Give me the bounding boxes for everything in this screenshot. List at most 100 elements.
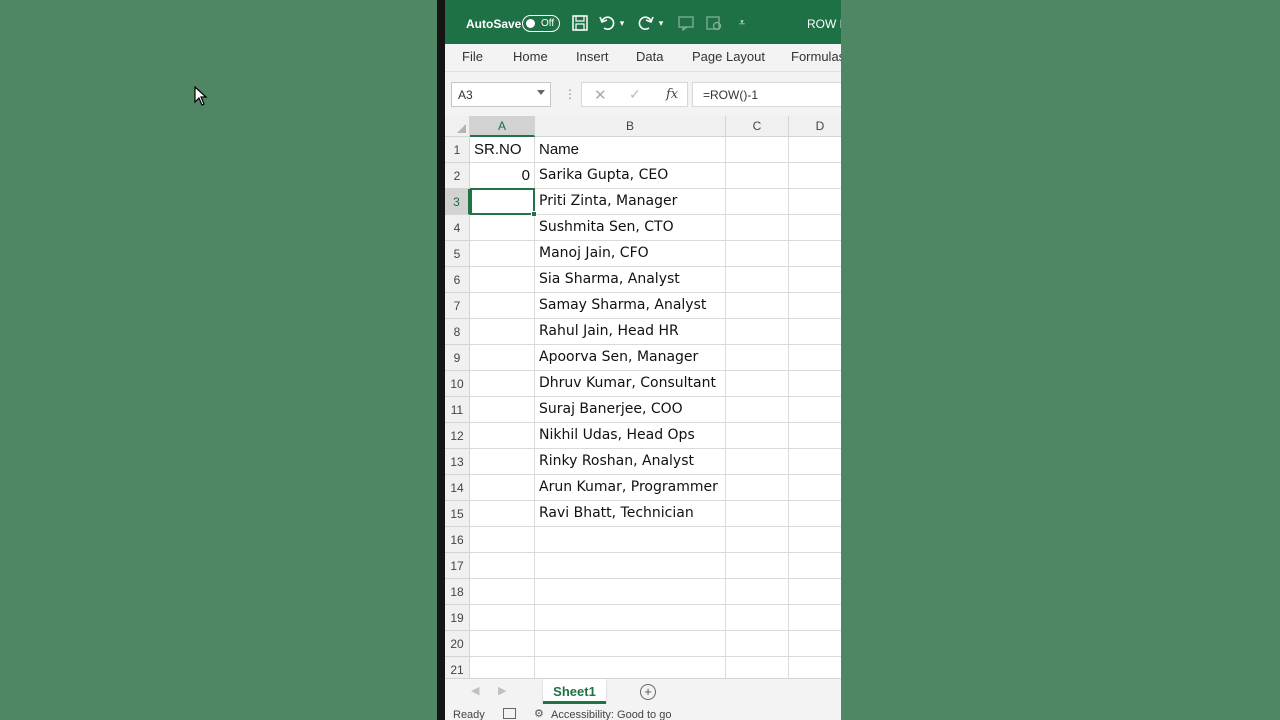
cell-b8[interactable]: Rahul Jain, Head HR — [535, 319, 726, 345]
cell-d16[interactable] — [789, 527, 841, 553]
row-header[interactable]: 9 — [445, 345, 470, 371]
enter-icon[interactable]: ✓ — [629, 86, 641, 103]
column-header-d[interactable]: D — [789, 116, 841, 137]
cell-c3[interactable] — [726, 189, 789, 215]
cell-b1[interactable]: Name — [535, 137, 726, 163]
cell-a14[interactable] — [470, 475, 535, 501]
accessibility-status[interactable]: Accessibility: Good to go — [551, 709, 671, 720]
cell-b15[interactable]: Ravi Bhatt, Technician — [535, 501, 726, 527]
row-header[interactable]: 18 — [445, 579, 470, 605]
row-header[interactable]: 17 — [445, 553, 470, 579]
row-header[interactable]: 13 — [445, 449, 470, 475]
cell-d6[interactable] — [789, 267, 841, 293]
cell-d5[interactable] — [789, 241, 841, 267]
cell-b19[interactable] — [535, 605, 726, 631]
row-header[interactable]: 6 — [445, 267, 470, 293]
cell-c13[interactable] — [726, 449, 789, 475]
macro-recording-icon[interactable] — [503, 708, 516, 719]
cell-c18[interactable] — [726, 579, 789, 605]
cell-a11[interactable] — [470, 397, 535, 423]
cell-a16[interactable] — [470, 527, 535, 553]
cell-b2[interactable]: Sarika Gupta, CEO — [535, 163, 726, 189]
cell-a6[interactable] — [470, 267, 535, 293]
cell-d10[interactable] — [789, 371, 841, 397]
cell-d4[interactable] — [789, 215, 841, 241]
tab-data[interactable]: Data — [636, 49, 663, 64]
cell-b3[interactable]: Priti Zinta, Manager — [535, 189, 726, 215]
cell-b4[interactable]: Sushmita Sen, CTO — [535, 215, 726, 241]
row-header[interactable]: 20 — [445, 631, 470, 657]
cell-c17[interactable] — [726, 553, 789, 579]
cell-d12[interactable] — [789, 423, 841, 449]
cell-c1[interactable] — [726, 137, 789, 163]
sheet-next-icon[interactable]: ▶ — [498, 684, 506, 697]
add-sheet-icon[interactable]: + — [640, 684, 656, 700]
cell-a17[interactable] — [470, 553, 535, 579]
row-header[interactable]: 21 — [445, 657, 470, 678]
cancel-icon[interactable]: ✕ — [594, 86, 607, 104]
cell-d8[interactable] — [789, 319, 841, 345]
cell-c6[interactable] — [726, 267, 789, 293]
row-header[interactable]: 5 — [445, 241, 470, 267]
row-header[interactable]: 16 — [445, 527, 470, 553]
row-header[interactable]: 3 — [445, 189, 470, 215]
cell-c20[interactable] — [726, 631, 789, 657]
cell-d7[interactable] — [789, 293, 841, 319]
cell-d1[interactable] — [789, 137, 841, 163]
cell-b21[interactable] — [535, 657, 726, 678]
cell-b11[interactable]: Suraj Banerjee, COO — [535, 397, 726, 423]
cell-d11[interactable] — [789, 397, 841, 423]
cell-b17[interactable] — [535, 553, 726, 579]
tab-insert[interactable]: Insert — [576, 49, 609, 64]
row-header[interactable]: 11 — [445, 397, 470, 423]
cell-a20[interactable] — [470, 631, 535, 657]
cell-d21[interactable] — [789, 657, 841, 678]
cell-a19[interactable] — [470, 605, 535, 631]
cell-c21[interactable] — [726, 657, 789, 678]
redo-dropdown-icon[interactable]: ▾ — [656, 14, 666, 32]
row-header[interactable]: 12 — [445, 423, 470, 449]
autosave-toggle[interactable]: Off — [522, 15, 560, 32]
cell-a15[interactable] — [470, 501, 535, 527]
cell-c9[interactable] — [726, 345, 789, 371]
cell-d13[interactable] — [789, 449, 841, 475]
cell-a18[interactable] — [470, 579, 535, 605]
column-header-c[interactable]: C — [726, 116, 789, 137]
cell-c4[interactable] — [726, 215, 789, 241]
cell-c10[interactable] — [726, 371, 789, 397]
customize-toolbar-icon[interactable]: ⩡ — [733, 14, 751, 32]
row-header[interactable]: 15 — [445, 501, 470, 527]
cell-d17[interactable] — [789, 553, 841, 579]
cell-a21[interactable] — [470, 657, 535, 678]
cell-b7[interactable]: Samay Sharma, Analyst — [535, 293, 726, 319]
cell-a1[interactable]: SR.NO — [470, 137, 535, 163]
undo-dropdown-icon[interactable]: ▾ — [617, 14, 627, 32]
cell-a13[interactable] — [470, 449, 535, 475]
sheet-prev-icon[interactable]: ◀ — [471, 684, 479, 697]
refresh-icon[interactable] — [705, 14, 723, 32]
cell-a8[interactable] — [470, 319, 535, 345]
cell-d19[interactable] — [789, 605, 841, 631]
cell-b10[interactable]: Dhruv Kumar, Consultant — [535, 371, 726, 397]
cell-c11[interactable] — [726, 397, 789, 423]
select-all-corner[interactable] — [445, 116, 470, 137]
redo-icon[interactable] — [637, 14, 655, 32]
cell-b9[interactable]: Apoorva Sen, Manager — [535, 345, 726, 371]
column-header-a[interactable]: A — [470, 116, 535, 137]
cell-d15[interactable] — [789, 501, 841, 527]
cell-d18[interactable] — [789, 579, 841, 605]
row-header[interactable]: 14 — [445, 475, 470, 501]
cell-c15[interactable] — [726, 501, 789, 527]
tab-formulas[interactable]: Formulas — [791, 49, 841, 64]
cell-b13[interactable]: Rinky Roshan, Analyst — [535, 449, 726, 475]
row-header[interactable]: 19 — [445, 605, 470, 631]
cell-a12[interactable] — [470, 423, 535, 449]
cell-b6[interactable]: Sia Sharma, Analyst — [535, 267, 726, 293]
cell-c14[interactable] — [726, 475, 789, 501]
tab-home[interactable]: Home — [513, 49, 548, 64]
row-header[interactable]: 4 — [445, 215, 470, 241]
row-header[interactable]: 2 — [445, 163, 470, 189]
chevron-down-icon[interactable] — [537, 90, 545, 95]
cell-d20[interactable] — [789, 631, 841, 657]
cell-c8[interactable] — [726, 319, 789, 345]
